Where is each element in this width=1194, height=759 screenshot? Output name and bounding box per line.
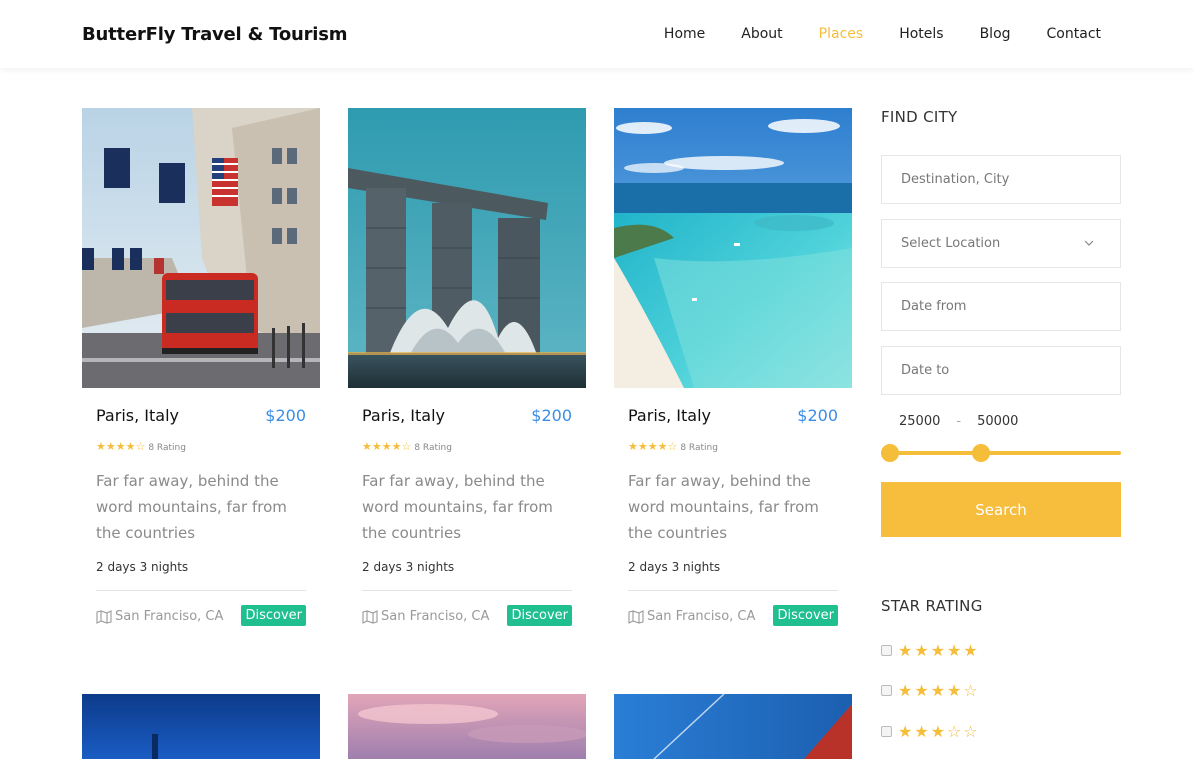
price-slider-track[interactable] <box>881 451 1121 455</box>
place-description: Far far away, behind the word mountains,… <box>362 472 553 542</box>
place-image[interactable] <box>348 108 586 388</box>
main-nav: Home About Places Hotels Blog Contact <box>664 26 1101 42</box>
rating-stars-icon: ★★★★☆ <box>628 440 678 453</box>
place-duration: 2 days 3 nights <box>362 560 455 574</box>
place-description: Far far away, behind the word mountains,… <box>628 472 819 542</box>
destination-input[interactable]: Destination, City <box>881 155 1121 204</box>
map-icon <box>628 609 644 624</box>
site-header: ButterFly Travel & Tourism Home About Pl… <box>0 0 1194 68</box>
location-label: San Franciso, CA <box>381 609 490 624</box>
nav-blog[interactable]: Blog <box>980 26 1011 42</box>
rating-stars-icon: ★★★★☆ <box>96 440 146 453</box>
search-button[interactable]: Search <box>881 482 1121 537</box>
rating-text: 8 Rating <box>414 443 452 453</box>
place-image[interactable] <box>614 108 852 388</box>
map-icon <box>362 609 378 624</box>
place-location: San Franciso, CA <box>362 609 489 624</box>
nav-contact[interactable]: Contact <box>1047 26 1101 42</box>
location-label: San Franciso, CA <box>115 609 224 624</box>
star-filter-5[interactable]: ★★★★★ <box>881 641 980 660</box>
location-select[interactable]: Select Location <box>881 219 1121 268</box>
chevron-down-icon <box>1084 220 1094 287</box>
search-sidebar: FIND CITY Destination, City Select Locat… <box>881 108 1121 741</box>
find-city-heading: FIND CITY <box>881 108 958 126</box>
place-card: Paris, Italy $200 ★★★★☆ 8 Rating Far far … <box>614 108 852 668</box>
place-price: $200 <box>531 406 572 425</box>
place-image[interactable] <box>82 108 320 388</box>
place-rating: ★★★★☆ 8 Rating <box>362 440 572 454</box>
discover-button[interactable]: Discover <box>507 605 572 626</box>
place-card: Paris, Italy $200 ★★★★☆ 8 Rating Far far … <box>82 108 320 668</box>
brand-logo[interactable]: ButterFly Travel & Tourism <box>82 24 348 45</box>
checkbox[interactable] <box>881 645 892 656</box>
place-duration: 2 days 3 nights <box>628 560 721 574</box>
place-image[interactable] <box>614 694 852 759</box>
stars-icon: ★★★☆☆ <box>898 722 980 741</box>
map-icon <box>96 609 112 624</box>
place-location: San Franciso, CA <box>96 609 223 624</box>
star-rating-heading: STAR RATING <box>881 597 983 615</box>
stars-icon: ★★★★☆ <box>898 681 980 700</box>
nav-places[interactable]: Places <box>819 26 864 42</box>
slider-max-handle[interactable] <box>972 444 990 462</box>
star-filter-3[interactable]: ★★★☆☆ <box>881 722 980 741</box>
discover-button[interactable]: Discover <box>773 605 838 626</box>
price-range-values: 25000 - 50000 <box>899 414 1018 429</box>
divider <box>362 590 572 591</box>
place-title[interactable]: Paris, Italy <box>362 406 445 425</box>
divider <box>628 590 838 591</box>
place-title[interactable]: Paris, Italy <box>628 406 711 425</box>
place-rating: ★★★★☆ 8 Rating <box>628 440 838 454</box>
divider <box>96 590 306 591</box>
place-image[interactable] <box>82 694 320 759</box>
place-duration: 2 days 3 nights <box>96 560 189 574</box>
range-separator: - <box>956 414 962 429</box>
date-to-input[interactable]: Date to <box>881 346 1121 395</box>
nav-about[interactable]: About <box>741 26 782 42</box>
place-rating: ★★★★☆ 8 Rating <box>96 440 306 454</box>
discover-button[interactable]: Discover <box>241 605 306 626</box>
rating-text: 8 Rating <box>148 443 186 453</box>
star-filter-4[interactable]: ★★★★☆ <box>881 681 980 700</box>
place-description: Far far away, behind the word mountains,… <box>96 472 287 542</box>
rating-stars-icon: ★★★★☆ <box>362 440 412 453</box>
place-price: $200 <box>797 406 838 425</box>
slider-min-handle[interactable] <box>881 444 899 462</box>
location-label: San Franciso, CA <box>647 609 756 624</box>
place-location: San Franciso, CA <box>628 609 755 624</box>
place-price: $200 <box>265 406 306 425</box>
nav-home[interactable]: Home <box>664 26 705 42</box>
stars-icon: ★★★★★ <box>898 641 980 660</box>
nav-hotels[interactable]: Hotels <box>899 26 943 42</box>
range-min: 25000 <box>899 414 941 429</box>
checkbox[interactable] <box>881 685 892 696</box>
checkbox[interactable] <box>881 726 892 737</box>
place-card: Paris, Italy $200 ★★★★☆ 8 Rating Far far … <box>348 108 586 668</box>
rating-text: 8 Rating <box>680 443 718 453</box>
location-select-value: Select Location <box>901 236 1001 251</box>
range-max: 50000 <box>977 414 1019 429</box>
place-title[interactable]: Paris, Italy <box>96 406 179 425</box>
place-image[interactable] <box>348 694 586 759</box>
date-from-input[interactable]: Date from <box>881 282 1121 331</box>
